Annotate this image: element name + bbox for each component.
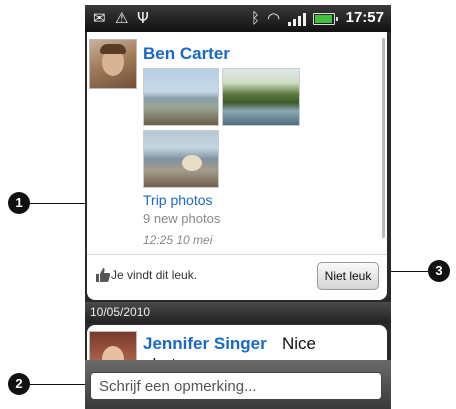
post-text: Nice bbox=[282, 334, 317, 353]
battery-icon bbox=[313, 13, 338, 25]
post-author-name[interactable]: Ben Carter bbox=[143, 44, 230, 64]
divider bbox=[87, 254, 387, 255]
alert-icon: ⚠ bbox=[115, 9, 129, 27]
comment-input[interactable] bbox=[90, 372, 382, 400]
photo-thumbnail[interactable] bbox=[143, 130, 219, 188]
post-card: Ben Carter Trip photos 9 new photos 12:2… bbox=[87, 32, 387, 300]
thumbs-up-icon bbox=[96, 268, 111, 282]
album-title-link[interactable]: Trip photos bbox=[143, 192, 213, 208]
usb-icon: Ψ bbox=[137, 9, 149, 27]
status-bar: ✉ ⚠ Ψ ᛒ ◠ 17:57 bbox=[85, 5, 391, 32]
callout-3-badge: 3 bbox=[428, 260, 450, 282]
photo-thumbnail[interactable] bbox=[222, 68, 300, 126]
date-separator: 10/05/2010 bbox=[85, 302, 391, 323]
photo-thumbnail[interactable] bbox=[143, 68, 219, 126]
signal-icon bbox=[288, 12, 310, 26]
callout-2-badge: 2 bbox=[8, 373, 30, 395]
mail-icon: ✉ bbox=[93, 9, 106, 27]
wifi-icon: ◠ bbox=[267, 9, 281, 27]
clock-time: 17:57 bbox=[345, 9, 384, 26]
photo-count-text: 9 new photos bbox=[143, 211, 221, 226]
bluetooth-icon: ᛒ bbox=[251, 9, 261, 27]
callout-2-line bbox=[30, 384, 92, 385]
post-author-name[interactable]: Jennifer Singer bbox=[143, 334, 267, 354]
post-timestamp: 12:25 10 mei bbox=[143, 233, 213, 247]
phone-screen: ✉ ⚠ Ψ ᛒ ◠ 17:57 Ben Carter Trip photos 9… bbox=[85, 5, 391, 409]
callout-1-badge: 1 bbox=[8, 192, 30, 214]
unlike-button[interactable]: Niet leuk bbox=[317, 262, 379, 290]
comment-bar bbox=[85, 360, 391, 409]
avatar[interactable] bbox=[89, 39, 137, 89]
like-status-text: Je vindt dit leuk. bbox=[111, 268, 198, 282]
scrollbar[interactable] bbox=[382, 38, 385, 238]
